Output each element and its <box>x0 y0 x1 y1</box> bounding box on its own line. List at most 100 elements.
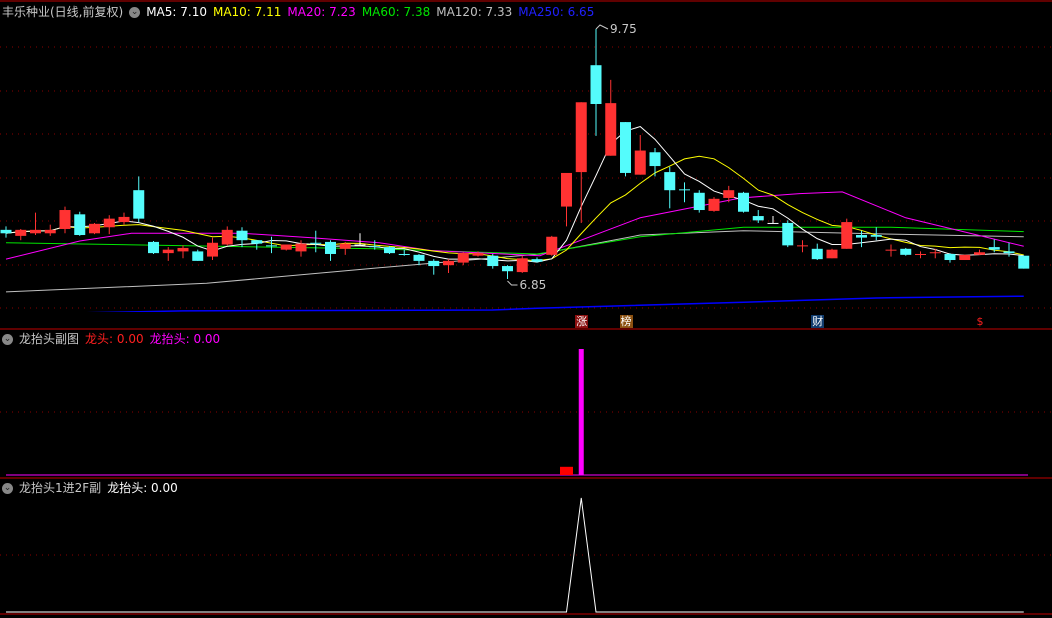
collapse-chevron-icon[interactable]: ⌄ <box>129 6 141 18</box>
ma5-label: MA5: 7.10 <box>146 5 207 19</box>
high-price-label: 9.75 <box>610 22 637 36</box>
candle-body <box>384 247 395 254</box>
candle-body <box>752 216 764 221</box>
signal-marker[interactable]: 财 <box>811 315 825 328</box>
main-panel <box>0 29 1030 312</box>
candle-body <box>959 254 971 261</box>
ma120-label: MA120: 7.33 <box>436 5 513 19</box>
candle-body <box>295 243 307 252</box>
longtou-bar <box>560 466 573 475</box>
candle-body <box>1003 251 1015 254</box>
candle-body <box>369 246 381 248</box>
candle-body <box>693 192 705 211</box>
signal-marker[interactable]: 涨 <box>575 315 589 328</box>
candle-body <box>44 229 56 234</box>
candle-body <box>561 172 572 207</box>
ma250-label: MA250: 6.65 <box>518 5 595 19</box>
sub2-longtaitou-label: 龙抬头: 0.00 <box>107 481 178 495</box>
candle-body <box>974 252 985 255</box>
candle-body <box>443 260 454 266</box>
candle-body <box>723 190 735 198</box>
candle-body <box>89 223 100 234</box>
ma5-line <box>5 126 1024 263</box>
candle-body <box>620 122 631 173</box>
candle-body <box>546 236 558 255</box>
candle-body <box>280 244 292 250</box>
kline-chart[interactable]: 9.75 6.85 <box>0 0 1052 618</box>
candle-body <box>472 253 484 256</box>
high-pointer-icon <box>595 24 609 30</box>
candle-body <box>266 245 277 247</box>
candle-body <box>1018 255 1030 269</box>
candle-body <box>428 260 440 267</box>
candle-body <box>487 255 499 267</box>
candle-body <box>649 152 661 167</box>
candle-body <box>811 248 823 260</box>
sub2-title: 龙抬头1进2F副 <box>19 481 102 495</box>
candle-body <box>221 229 233 245</box>
candle-body <box>915 253 926 255</box>
longtaitou-bar <box>578 349 584 475</box>
ma10-label: MA10: 7.11 <box>212 5 282 19</box>
candle-body <box>162 249 174 254</box>
candle-body <box>738 192 749 212</box>
candle-body <box>148 241 159 254</box>
collapse-chevron-icon[interactable]: ⌄ <box>2 482 13 494</box>
candle-body <box>605 103 617 156</box>
low-pointer-icon <box>507 280 518 286</box>
signal-marker[interactable]: $ <box>974 315 987 328</box>
candle-body <box>457 253 469 263</box>
collapse-chevron-icon[interactable]: ⌄ <box>2 333 13 345</box>
candle-body <box>15 229 27 236</box>
candle-body <box>929 252 941 254</box>
candle-body <box>516 258 528 273</box>
sub2-header: ⌄ 龙抬头1进2F副 龙抬头: 0.00 <box>2 479 178 497</box>
candle-body <box>575 102 587 173</box>
candle-body <box>74 214 86 236</box>
stock-title: 丰乐种业(日线,前复权) <box>2 5 124 19</box>
candle-body <box>531 259 543 262</box>
candle-body <box>944 253 956 261</box>
candle-body <box>708 198 720 211</box>
candle-body <box>841 222 853 249</box>
ma20-label: MA20: 7.23 <box>287 5 356 19</box>
candle-body <box>590 65 602 104</box>
candle-body <box>59 210 71 229</box>
sub1-header: ⌄ 龙抬头副图 龙头: 0.00 龙抬头: 0.00 <box>2 330 220 348</box>
sub1-longtaitou-label: 龙抬头: 0.00 <box>149 332 221 346</box>
candle-body <box>118 216 130 223</box>
candle-body <box>413 254 425 261</box>
ma120-line <box>5 230 1024 293</box>
candle-body <box>679 189 690 191</box>
candle-body <box>325 241 336 254</box>
main-header: 丰乐种业(日线,前复权) ⌄ MA5: 7.10 MA10: 7.11 MA20… <box>2 3 594 21</box>
candle-body <box>398 253 410 255</box>
candle-body <box>885 249 897 251</box>
candle-body <box>251 240 263 244</box>
low-price-label: 6.85 <box>520 278 547 292</box>
candle-body <box>354 244 366 246</box>
sub1-longtou-label: 龙头: 0.00 <box>85 332 144 346</box>
candle-body <box>339 243 351 249</box>
candle-body <box>988 247 1000 250</box>
candle-body <box>0 229 12 234</box>
sub1-title: 龙抬头副图 <box>19 332 80 346</box>
candle-body <box>207 242 218 257</box>
candle-body <box>236 230 248 241</box>
candle-body <box>870 235 882 237</box>
candle-body <box>782 222 794 246</box>
candle-body <box>310 242 322 244</box>
ma250-line <box>86 295 1024 312</box>
signal-marker[interactable]: 榜 <box>619 315 633 328</box>
candle-body <box>797 245 808 247</box>
candle-body <box>502 266 513 272</box>
candle-body <box>133 190 145 219</box>
candle-body <box>826 249 838 259</box>
candle-body <box>103 218 115 228</box>
candle-body <box>634 150 646 175</box>
candle-body <box>177 247 189 252</box>
candle-body <box>30 229 41 234</box>
candle-body <box>856 235 867 238</box>
longtaitou-line <box>6 497 1024 613</box>
ma60-label: MA60: 7.38 <box>361 5 431 19</box>
